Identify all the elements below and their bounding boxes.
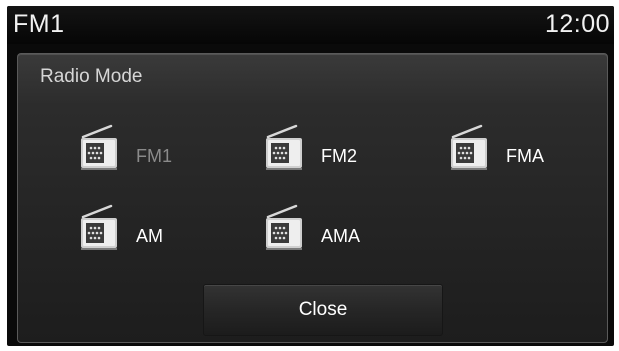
radio-mode-dialog: Radio Mode FM1 FM2 FMA AM AMA Close — [17, 53, 608, 343]
mode-option-fma[interactable]: FMA — [448, 124, 598, 174]
mode-option-ama[interactable]: AMA — [263, 204, 413, 254]
close-button[interactable]: Close — [203, 284, 443, 336]
mode-label: FMA — [506, 146, 544, 166]
dialog-title: Radio Mode — [40, 66, 143, 87]
radio-icon — [263, 204, 307, 254]
head-unit-screen: FM1 12:00 Radio Mode FM1 FM2 FMA AM AMA … — [7, 6, 614, 346]
mode-label: FM1 — [136, 146, 172, 166]
radio-icon — [78, 124, 122, 174]
mode-label: AMA — [321, 226, 361, 246]
close-button-label: Close — [298, 299, 348, 320]
current-source-title: FM1 — [13, 10, 65, 38]
radio-icon — [448, 124, 492, 174]
mode-label: FM2 — [321, 146, 357, 166]
mode-label: AM — [136, 226, 163, 246]
mode-option-fm2[interactable]: FM2 — [263, 124, 413, 174]
radio-icon — [263, 124, 307, 174]
mode-option-am[interactable]: AM — [78, 204, 228, 254]
status-bar: FM1 12:00 — [7, 6, 614, 44]
clock: 12:00 — [544, 10, 610, 38]
mode-option-fm1[interactable]: FM1 — [78, 124, 228, 174]
radio-icon — [78, 204, 122, 254]
